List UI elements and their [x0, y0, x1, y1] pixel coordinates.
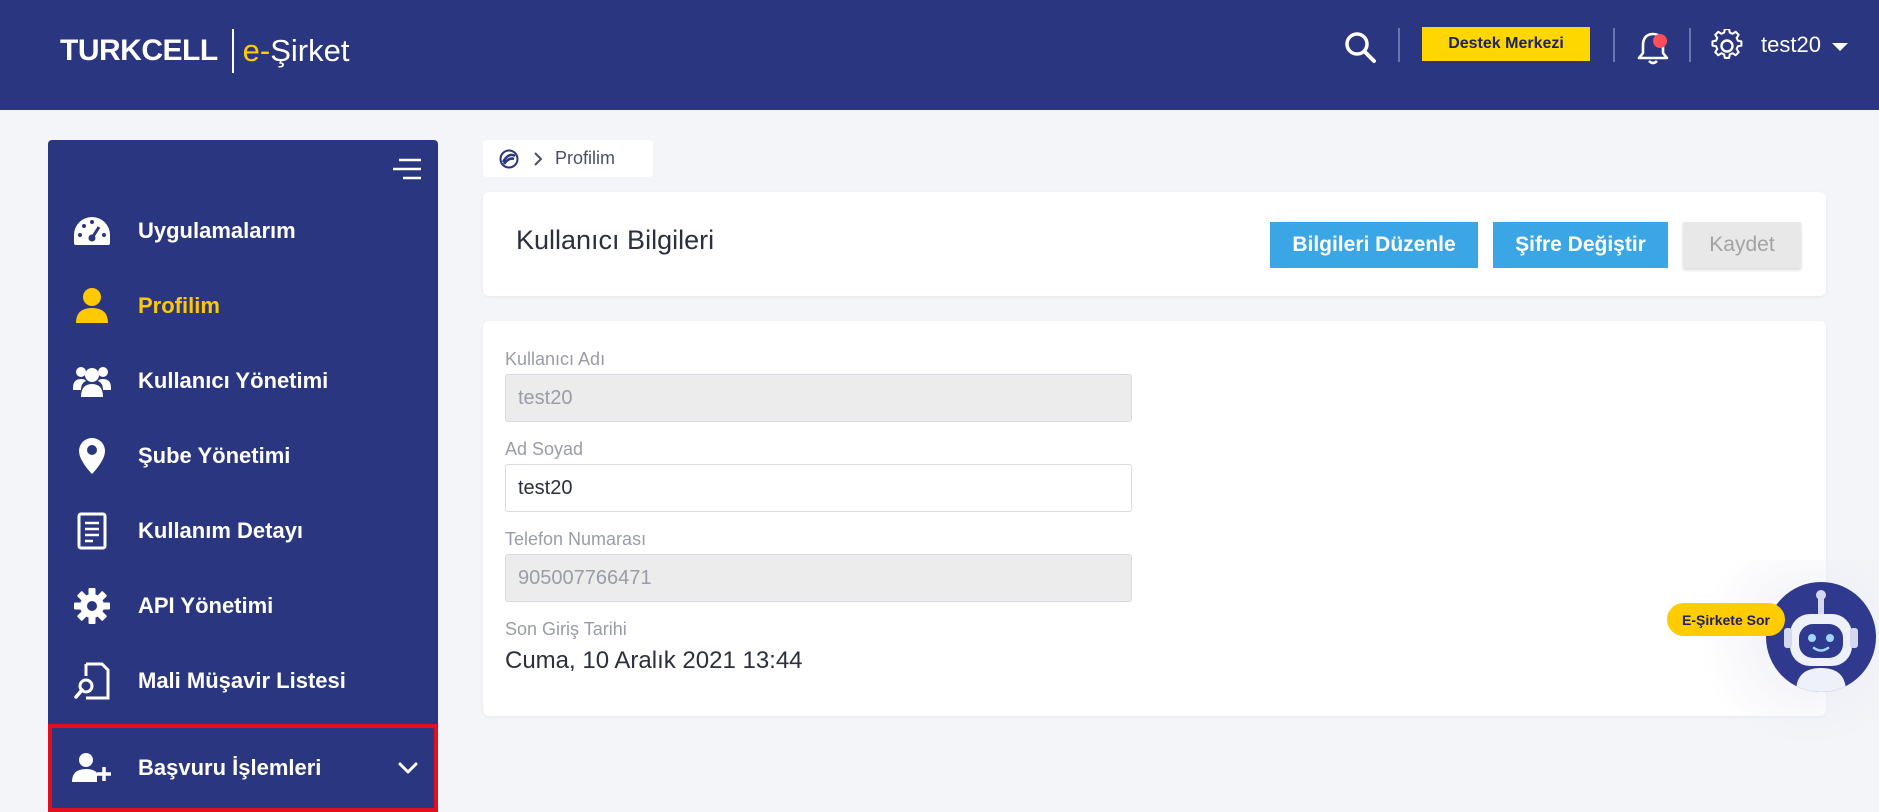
header-divider — [1613, 28, 1615, 62]
user-info-header-card: Kullanıcı Bilgileri Bilgileri Düzenle Şi… — [483, 192, 1826, 296]
sidebar-item-api-management[interactable]: API Yönetimi — [48, 568, 438, 643]
notification-badge — [1653, 34, 1667, 48]
sidebar-item-applications[interactable]: Uygulamalarım — [48, 193, 438, 268]
save-button[interactable]: Kaydet — [1683, 222, 1801, 268]
sidebar-item-user-management[interactable]: Kullanıcı Yönetimi — [48, 343, 438, 418]
chatbot-button[interactable] — [1766, 582, 1876, 692]
sidebar-item-accountant-list[interactable]: Mali Müşavir Listesi — [48, 643, 438, 718]
product-name: e-Şirket — [243, 33, 350, 69]
sidebar-item-label: Uygulamalarım — [138, 217, 296, 243]
top-header: TURKCELL e-Şirket Destek Merkezi test20 — [0, 0, 1879, 110]
ask-e-sirket-label[interactable]: E-Şirkete Sor — [1667, 603, 1785, 636]
change-password-button[interactable]: Şifre Değiştir — [1493, 222, 1668, 268]
user-info-form-card: Kullanıcı Adı test20 Ad Soyad test20 Tel… — [483, 321, 1826, 716]
sidebar-item-label: API Yönetimi — [138, 592, 274, 618]
sidebar-item-label: Şube Yönetimi — [138, 442, 291, 468]
sidebar-item-label: Mali Müşavir Listesi — [138, 667, 346, 693]
phone-field: 905007766471 — [505, 554, 1132, 602]
username-field: test20 — [505, 374, 1132, 422]
fullname-label: Ad Soyad — [505, 439, 584, 459]
username-label[interactable]: test20 — [1761, 32, 1821, 58]
phone-label: Telefon Numarası — [505, 529, 647, 549]
logo-separator — [231, 29, 234, 73]
sidebar: Uygulamalarım Profilim Kullanıcı Yönetim… — [48, 140, 438, 812]
sidebar-item-label: Kullanıcı Yönetimi — [138, 367, 329, 393]
username-label: Kullanıcı Adı — [505, 349, 606, 369]
breadcrumb-current: Profilim — [555, 148, 616, 168]
robot-icon — [1784, 590, 1858, 692]
user-add-icon — [72, 748, 112, 788]
header-divider — [1398, 28, 1400, 62]
sidebar-item-label: Başvuru İşlemleri — [138, 755, 322, 780]
document-search-icon — [72, 661, 112, 701]
document-icon — [72, 511, 112, 551]
edit-info-button[interactable]: Bilgileri Düzenle — [1270, 222, 1478, 268]
header-divider — [1689, 28, 1691, 62]
page-title: Kullanıcı Bilgileri — [516, 225, 715, 255]
chevron-down-icon[interactable] — [398, 761, 418, 775]
sidebar-item-profile[interactable]: Profilim — [48, 268, 438, 343]
last-login-label: Son Giriş Tarihi — [505, 619, 627, 639]
sidebar-item-label: Kullanım Detayı — [138, 517, 304, 543]
product-suffix: Şirket — [270, 33, 350, 68]
support-center-button[interactable]: Destek Merkezi — [1422, 27, 1590, 61]
user-icon — [72, 286, 112, 326]
fullname-field[interactable]: test20 — [505, 464, 1132, 512]
chevron-right-icon — [534, 151, 543, 166]
sidebar-item-label: Profilim — [138, 292, 220, 318]
gear-icon — [72, 586, 112, 626]
speedometer-icon — [72, 211, 112, 251]
sidebar-item-applications-process[interactable]: Başvuru İşlemleri — [48, 724, 438, 812]
breadcrumb: Profilim — [483, 140, 653, 177]
chevron-down-icon[interactable] — [1832, 43, 1848, 51]
brand-name: TURKCELL — [60, 34, 218, 67]
search-icon[interactable] — [1343, 30, 1377, 64]
map-pin-icon — [72, 436, 112, 476]
product-prefix: e- — [242, 33, 271, 68]
menu-collapse-icon[interactable] — [393, 158, 421, 180]
sidebar-item-usage-detail[interactable]: Kullanım Detayı — [48, 493, 438, 568]
settings-gear-icon[interactable] — [1710, 29, 1744, 63]
users-icon — [72, 361, 112, 401]
sidebar-item-branch-management[interactable]: Şube Yönetimi — [48, 418, 438, 493]
turkcell-logo[interactable]: TURKCELL e-Şirket — [60, 28, 349, 74]
last-login-value: Cuma, 10 Aralık 2021 13:44 — [505, 647, 803, 674]
turkcell-home-icon[interactable] — [499, 149, 519, 169]
